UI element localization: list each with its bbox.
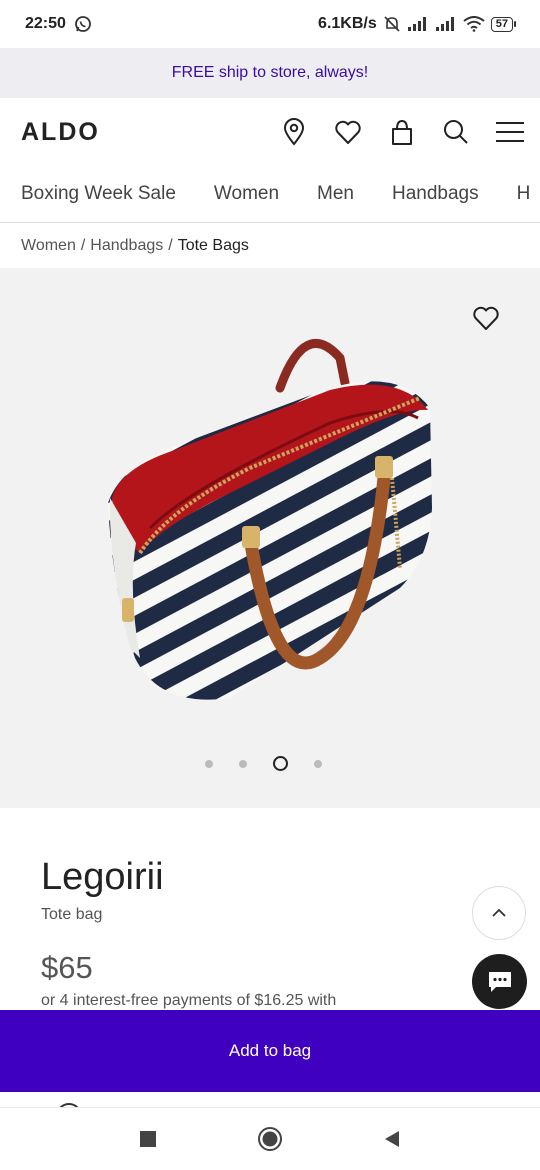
menu-icon[interactable] bbox=[494, 116, 526, 148]
status-bar: 22:50 6.1KB/s 57 bbox=[0, 0, 540, 48]
back-icon[interactable] bbox=[377, 1124, 407, 1154]
battery-icon: 57 bbox=[490, 16, 516, 32]
search-icon[interactable] bbox=[440, 116, 472, 148]
product-type: Tote bag bbox=[41, 906, 103, 923]
chevron-up-icon bbox=[492, 908, 506, 917]
recent-apps-icon[interactable] bbox=[133, 1124, 163, 1154]
carousel-dots bbox=[0, 756, 533, 771]
whatsapp-icon bbox=[74, 15, 92, 33]
signal-roaming-icon bbox=[435, 16, 457, 32]
battery-level: 57 bbox=[490, 16, 513, 32]
carousel-dot-active[interactable] bbox=[272, 756, 288, 771]
breadcrumb: Women / Handbags / Tote Bags bbox=[0, 224, 540, 268]
nav-item-men[interactable]: Men bbox=[317, 183, 354, 205]
installment-text: or 4 interest-free payments of $16.25 wi… bbox=[41, 992, 337, 1009]
promo-banner[interactable]: FREE ship to store, always! bbox=[0, 48, 540, 98]
wifi-icon bbox=[463, 16, 485, 32]
home-icon[interactable] bbox=[255, 1124, 285, 1154]
nav-item-truncated[interactable]: H bbox=[517, 183, 531, 205]
promo-text: FREE ship to store, always! bbox=[171, 64, 369, 81]
site-header: ALDO bbox=[0, 98, 540, 166]
add-to-bag-button[interactable]: Add to bag bbox=[0, 1010, 540, 1092]
product-name: Legoirii bbox=[41, 856, 164, 898]
nav-item-boxing-week-sale[interactable]: Boxing Week Sale bbox=[21, 183, 176, 205]
shopping-bag-icon[interactable] bbox=[386, 116, 418, 148]
breadcrumb-separator: / bbox=[80, 237, 86, 254]
chat-button[interactable] bbox=[472, 954, 527, 1009]
breadcrumb-separator: / bbox=[168, 237, 173, 254]
wishlist-heart-icon[interactable] bbox=[470, 302, 502, 334]
nav-item-handbags[interactable]: Handbags bbox=[392, 183, 479, 205]
breadcrumb-link-women[interactable]: Women bbox=[21, 237, 76, 255]
mute-alarm-icon bbox=[383, 15, 401, 33]
heart-icon[interactable] bbox=[332, 116, 364, 148]
carousel-dot[interactable] bbox=[204, 759, 213, 768]
product-gallery[interactable] bbox=[0, 268, 540, 808]
status-time: 22:50 bbox=[25, 15, 66, 32]
product-price: $65 bbox=[41, 950, 93, 985]
carousel-dot[interactable] bbox=[313, 759, 322, 768]
breadcrumb-link-handbags[interactable]: Handbags bbox=[90, 237, 163, 255]
network-speed: 6.1KB/s bbox=[318, 15, 377, 32]
striped-tote-bag-image bbox=[108, 339, 432, 700]
location-pin-icon[interactable] bbox=[278, 116, 310, 148]
product-info: Legoirii Tote bag $65 or 4 interest-free… bbox=[0, 808, 540, 1010]
nav-item-women[interactable]: Women bbox=[214, 183, 279, 205]
breadcrumb-current: Tote Bags bbox=[177, 237, 249, 254]
chat-bubble-icon bbox=[488, 971, 511, 992]
category-nav: Boxing Week Sale Women Men Handbags H bbox=[0, 166, 540, 223]
signal-icon bbox=[407, 16, 429, 32]
aldo-logo[interactable]: ALDO bbox=[21, 118, 100, 147]
system-nav-bar bbox=[0, 1107, 540, 1170]
scroll-to-top-button[interactable] bbox=[472, 886, 526, 940]
content-peek bbox=[0, 1092, 540, 1107]
carousel-dot[interactable] bbox=[238, 759, 247, 768]
